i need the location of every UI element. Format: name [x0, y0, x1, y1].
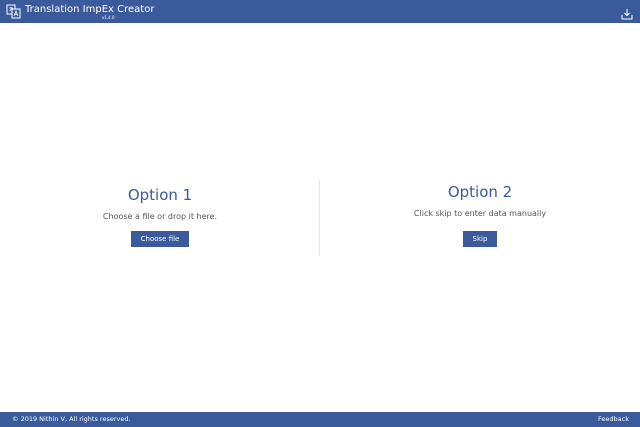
choose-file-button[interactable]: Choose file	[130, 231, 190, 247]
app-version: v1.4.0	[102, 15, 115, 20]
translate-icon	[6, 4, 22, 19]
option-2-description: Click skip to enter data manually	[413, 209, 547, 218]
title-bar: Translation ImpEx Creator v1.4.0	[0, 0, 640, 23]
option-2-panel: Option 2 Click skip to enter data manual…	[380, 183, 580, 247]
feedback-link[interactable]: Feedback	[598, 412, 629, 427]
skip-button[interactable]: Skip	[462, 231, 498, 247]
copyright-text: © 2019 Nithin V, All rights reserved.	[12, 415, 131, 423]
footer-bar: © 2019 Nithin V, All rights reserved. Fe…	[0, 412, 640, 427]
app-title: Translation ImpEx Creator	[25, 4, 155, 15]
app-window: Translation ImpEx Creator v1.4.0 Option …	[0, 0, 640, 427]
option-1-heading: Option 1	[127, 186, 193, 204]
panel-divider	[319, 180, 320, 256]
option-2-heading: Option 2	[447, 183, 513, 201]
download-icon[interactable]	[621, 5, 633, 20]
option-1-panel: Option 1 Choose a file or drop it here. …	[60, 186, 260, 247]
option-1-description: Choose a file or drop it here.	[102, 212, 218, 221]
